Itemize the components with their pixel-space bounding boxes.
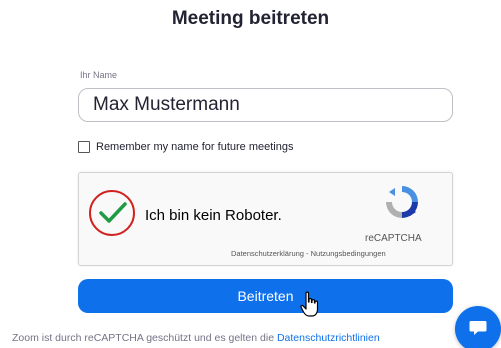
captcha-brand: reCAPTCHA [365, 233, 422, 244]
chat-button[interactable] [455, 306, 501, 348]
remember-name-option[interactable]: Remember my name for future meetings [78, 141, 293, 153]
recaptcha-widget: Ich bin kein Roboter. reCAPTCHA Datensch… [78, 172, 453, 266]
page-title: Meeting beitreten [171, 8, 330, 29]
join-button[interactable]: Beitreten [78, 279, 453, 313]
hand-pointer-icon [300, 291, 319, 317]
remember-name-label: Remember my name for future meetings [96, 141, 294, 153]
recaptcha-logo-icon [386, 186, 418, 218]
captcha-checkbox[interactable] [89, 190, 135, 236]
privacy-policy-link[interactable]: Datenschutzrichtlinien [277, 332, 380, 344]
chat-bubble-icon [469, 321, 487, 335]
remember-name-checkbox[interactable] [78, 141, 90, 153]
checkmark-icon [99, 202, 127, 223]
name-field-label: Ihr Name [80, 70, 118, 80]
captcha-links[interactable]: Datenschutzerklärung - Nutzungsbedingung… [231, 249, 386, 258]
footer-text: Zoom ist durch reCAPTCHA geschützt und e… [12, 332, 277, 344]
name-input[interactable] [78, 88, 453, 122]
footer-notice: Zoom ist durch reCAPTCHA geschützt und e… [12, 332, 380, 344]
captcha-label: Ich bin kein Roboter. [145, 207, 282, 224]
